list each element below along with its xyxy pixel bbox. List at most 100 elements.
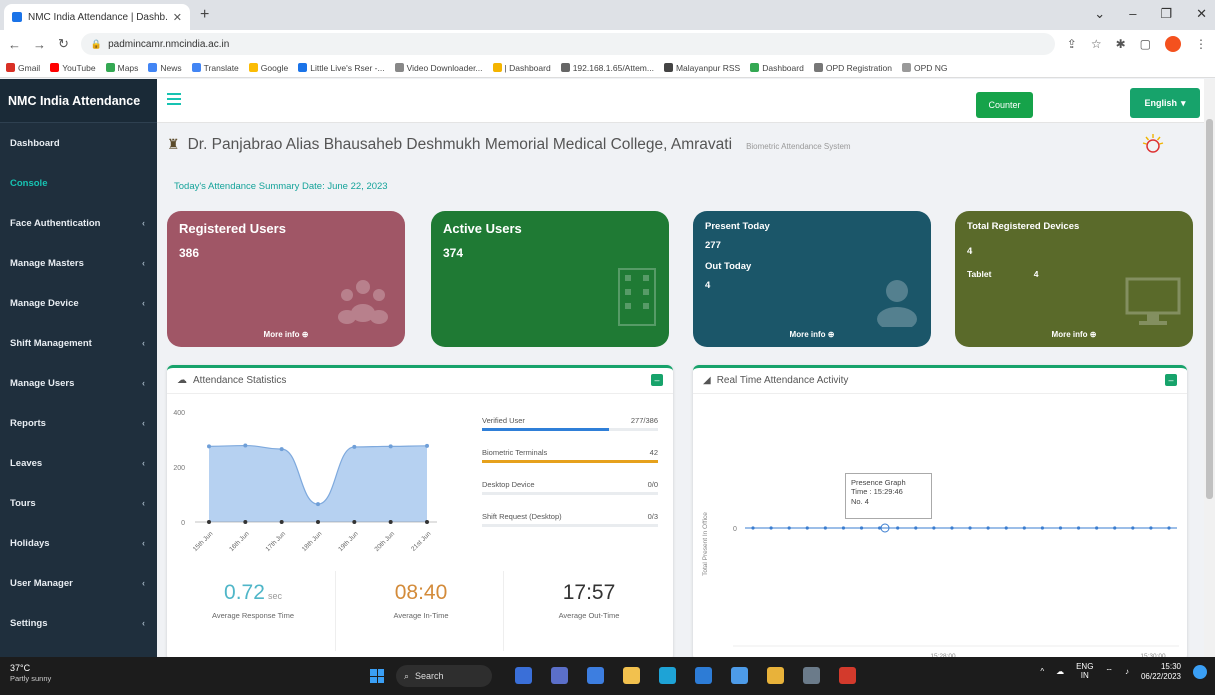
main-content: ♜ Dr. Panjabrao Alias Bhausaheb Deshmukh… [157,123,1204,661]
realtime-line-chart: Total Present In Office015:28:0015:30:00 [702,512,1179,660]
bookmarks-bar: Gmail YouTube Maps News Translate Google Littl… [0,58,1215,78]
minimize-icon[interactable]: – [1129,6,1136,22]
collapse-icon[interactable]: – [1165,374,1177,386]
system-subtitle: Biometric Attendance System [746,142,851,151]
sidebar-item-holidays[interactable]: Holidays ‹ [0,523,157,563]
sidebar-item-manage-users[interactable]: Manage Users ‹ [0,363,157,403]
task-view-icon[interactable] [551,667,568,684]
lock-icon: 🔒 [90,38,103,49]
star-icon[interactable]: ☆ [1091,37,1102,51]
x-tick-dot [388,520,393,524]
onedrive-icon[interactable]: ☁ [1056,667,1064,676]
x-tick-dot [425,520,429,524]
menu-toggle-icon[interactable] [167,93,181,105]
sidebar-item-manage-device[interactable]: Manage Device ‹ [0,283,157,323]
app-icon[interactable] [839,667,856,684]
data-point [1131,526,1135,530]
bookmark-item[interactable]: Video Downloader... [394,63,483,73]
sidebar-item-reports[interactable]: Reports ‹ [0,403,157,443]
bookmark-item[interactable]: Google [248,63,288,73]
weather-widget[interactable]: 37°C Partly sunny [10,663,51,683]
registered-devices-card: Total Registered Devices 4 Tablet 4 More… [955,211,1193,347]
sidebar: NMC India Attendance Dashboard Console Fac… [0,79,157,657]
card-title: Registered Users [179,221,286,236]
panel-title: Attendance Statistics [193,375,287,386]
counter-button[interactable]: Counter [976,92,1033,118]
sidebar-item-manage-masters[interactable]: Manage Masters ‹ [0,243,157,283]
bookmark-item[interactable]: OPD NG [901,63,948,73]
extensions-icon[interactable]: ✱ [1116,37,1126,51]
bookmark-label: Translate [203,62,239,73]
search-icon: ⌕ [404,670,410,681]
close-tab-icon[interactable]: ✕ [173,11,182,24]
back-icon[interactable]: ← [8,37,21,52]
bookmark-favicon-icon [901,63,911,72]
language-button[interactable]: English ▾ [1130,88,1200,118]
bookmark-item[interactable]: Dashboard [750,63,804,73]
widgets-icon[interactable] [515,667,532,684]
sidebar-item-label: Manage Masters [10,257,84,269]
bookmark-item[interactable]: Maps [105,63,138,73]
bookmark-item[interactable]: Translate [191,62,239,73]
bookmark-item[interactable]: 192.168.1.65/Attem... [560,63,654,73]
tab-search-icon[interactable]: ⌄ [1094,6,1105,22]
more-info-link[interactable]: More info ⊕ [167,330,405,339]
sidebar-item-console[interactable]: Console [0,163,157,203]
bookmark-item[interactable]: Malayanpur RSS [663,62,741,73]
chrome-icon[interactable] [767,667,784,684]
volume-icon[interactable]: ♪ [1125,667,1129,676]
bookmark-item[interactable]: | Dashboard [492,63,551,73]
bookmark-item[interactable]: News [148,63,182,73]
favicon-icon [12,12,22,22]
collapse-icon[interactable]: – [651,374,663,386]
forward-icon[interactable]: → [33,37,46,52]
chat-icon[interactable] [587,667,604,684]
more-info-link[interactable]: More info ⊕ [693,330,931,339]
sidebar-item-leaves[interactable]: Leaves ‹ [0,443,157,483]
url-field[interactable]: 🔒 padmincamr.nmcindia.ac.in [80,33,1055,55]
stat-label: Desktop Device [482,480,535,489]
page-scrollbar[interactable] [1204,79,1215,657]
bookmark-item[interactable]: Little Live's Rser -... [298,63,385,73]
browser-tab[interactable]: NMC India Attendance | Dashb... ✕ [4,4,190,30]
maximize-icon[interactable]: ❐ [1160,6,1172,22]
data-point [1167,526,1171,530]
wifi-icon[interactable]: ⌔ [1105,667,1113,677]
bookmark-item[interactable]: YouTube [50,63,96,73]
bookmark-favicon-icon [492,63,502,72]
sidepanel-icon[interactable]: ▢ [1140,37,1151,51]
close-window-icon[interactable]: ✕ [1196,6,1207,22]
more-info-link[interactable]: More info ⊕ [955,330,1193,339]
sidebar-item-tours[interactable]: Tours ‹ [0,483,157,523]
sidebar-item-dashboard[interactable]: Dashboard [0,123,157,163]
reload-icon[interactable]: ↻ [58,36,69,52]
y-tick-label: 0 [733,526,737,533]
scrollbar-thumb[interactable] [1206,119,1213,499]
profile-avatar[interactable] [1165,36,1181,52]
notification-icon[interactable] [1193,664,1207,679]
edge-icon[interactable] [659,667,676,684]
bookmark-item[interactable]: OPD Registration [813,63,892,73]
menu-icon[interactable]: ⋮ [1195,37,1207,51]
bookmark-label: Malayanpur RSS [675,62,741,73]
bookmark-item[interactable]: Gmail [6,63,40,73]
sidebar-item-shift-management[interactable]: Shift Management ‹ [0,323,157,363]
data-point [388,444,393,449]
new-tab-icon[interactable]: + [200,6,209,24]
x-tick-label: 21st Jun [410,530,433,553]
store-icon[interactable] [695,667,712,684]
file-explorer-icon[interactable] [623,667,640,684]
sidebar-item-face-authentication[interactable]: Face Authentication ‹ [0,203,157,243]
start-icon[interactable] [370,669,384,683]
sidebar-item-label: Reports [10,417,46,429]
photos-icon[interactable] [731,667,748,684]
terminal-icon[interactable] [803,667,820,684]
sidebar-item-settings[interactable]: Settings ‹ [0,603,157,643]
share-icon[interactable]: ⇪ [1067,37,1077,51]
language-indicator[interactable]: ENG IN [1076,662,1093,681]
brand-logo[interactable]: NMC India Attendance [0,79,157,123]
sidebar-item-user-manager[interactable]: User Manager ‹ [0,563,157,603]
clock[interactable]: 15:30 06/22/2023 [1141,662,1181,681]
chevron-up-icon[interactable]: ^ [1040,667,1044,676]
taskbar-search[interactable]: ⌕ Search [396,665,492,687]
